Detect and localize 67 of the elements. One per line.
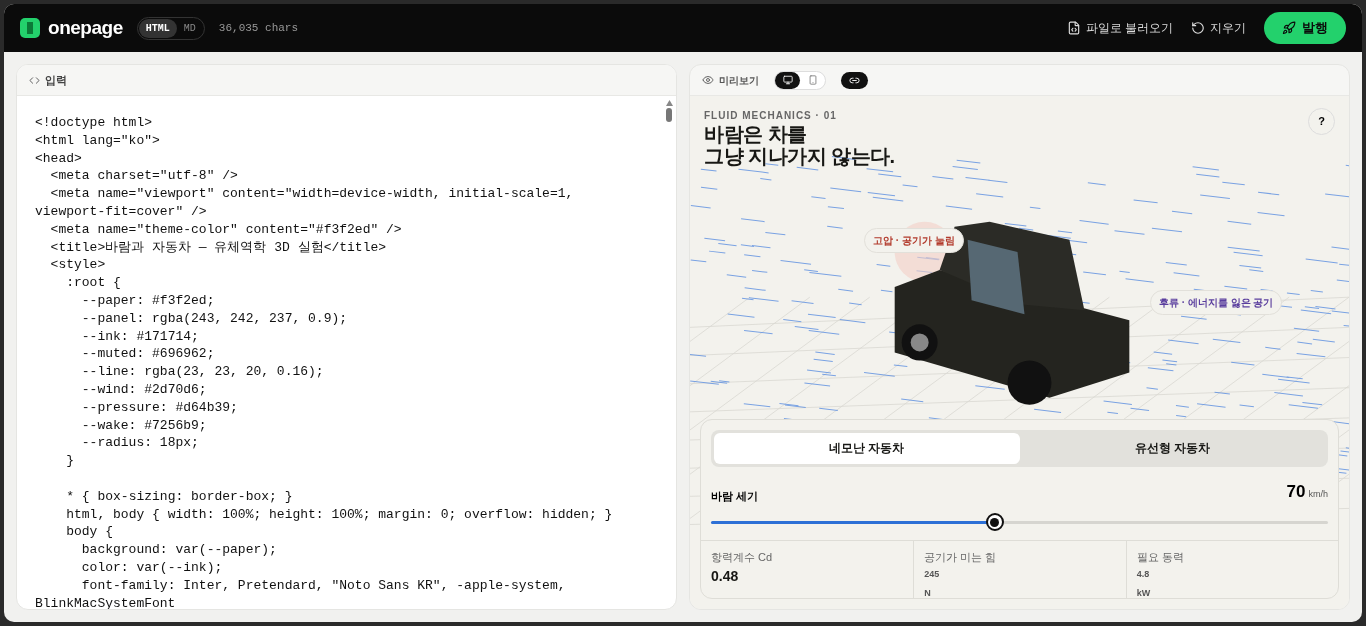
code-line: <head> [35,149,83,168]
code-line: --ink: #171714; [80,327,200,346]
stat-value: 245 [924,567,941,581]
code-line: --radius: 18px; [80,434,200,453]
eyebrow-text: FLUID MECHANICS · 01 [704,109,838,123]
rocket-icon [1282,21,1296,35]
scrollbar-thumb[interactable] [666,108,672,122]
code-line: font-family: Inter, Pretendard, "Noto Sans KR", -apple-system, BlinkMacSystemFont [35,576,567,609]
stat-label: 공기가 미는 힘 [924,550,998,565]
headline-text: 바람은 차를 [704,123,808,145]
desktop-view-button[interactable] [775,71,800,89]
code-line: <style> [49,256,107,275]
scroll-up-arrow-icon[interactable] [665,100,673,106]
code-line: body { [65,523,115,542]
code-line: <meta name="theme-color" content="#f3f2ed" /> [49,220,403,239]
code-line: <!doctype html> [35,114,154,132]
editor-title: 입력 [45,72,67,88]
code-line: --pressure: #d64b39; [80,398,239,417]
code-line: * { box-sizing: border-box; } [65,487,294,506]
code-line: --panel: rgba(243, 242, 237, 0.9); [80,309,349,328]
format-tab[interactable]: MD [176,18,203,38]
help-button[interactable]: ? [1308,108,1335,135]
code-icon [29,74,40,86]
code-line: --wake: #7256b9; [80,416,208,435]
clear-button[interactable]: 지우기 [1191,19,1246,37]
code-line: --muted: #696962; [80,345,216,364]
car-type-tab[interactable]: 네모난 자동차 [714,432,1020,464]
undo-icon [1191,21,1205,35]
preview-title: 미리보기 [719,73,759,88]
annotation-label: 후류 · 에너지를 잃은 공기 [1150,290,1283,315]
car-type-tab[interactable]: 유선형 자동차 [1019,432,1325,464]
code-line: <meta charset="utf-8" /> [49,167,239,186]
stat-unit: N [924,587,932,600]
stat-label: 항력계수 Cd [711,550,774,565]
code-line: --paper: #f3f2ed; [80,291,216,310]
wind-value: 70 [1286,480,1306,503]
stat-value: 4.8 [1136,567,1151,581]
load-file-button[interactable]: 파일로 불러오기 [1066,19,1173,37]
wind-unit: km/h [1308,487,1328,501]
publish-button[interactable]: 발행 [1264,12,1346,44]
logo-text: onepage [48,15,123,40]
wind-label: 바람 세기 [711,488,759,504]
headline-text: 그냥 지나가지 않는다. [704,145,895,167]
file-icon [1066,21,1081,35]
phone-icon [807,75,818,85]
stat-unit: kW [1136,587,1152,600]
char-count: 36,035 chars [218,20,299,36]
stat-value: 0.48 [711,566,740,586]
eye-icon [702,74,714,86]
code-line: <html lang="ko"> [35,131,161,150]
monitor-icon [782,75,793,85]
code-line: --line: rgba(23, 23, 20, 0.16); [80,363,325,381]
code-line: :root { [65,274,122,292]
code-line: <meta name="viewport" content="width=device-width, initial-scale=1, viewport-fit=cover" /> [35,185,575,221]
code-line: color: var(--ink); [80,558,224,577]
code-line: html, body { width: 100%; height: 100%; margin: 0; overflow: hidden; } [65,505,614,524]
stat-label: 필요 동력 [1136,550,1185,565]
annotation-label: 고압 · 공기가 눌림 [864,228,964,253]
wind-slider[interactable] [711,512,1328,532]
slider-thumb[interactable] [985,513,1004,531]
code-line: background: var(--paper); [80,541,278,559]
format-tab[interactable]: HTML [138,18,177,38]
code-line: } [65,452,76,470]
logo-icon [20,18,40,38]
code-line: <title>바람과 자동차 — 유체역학 3D 실험</title> [49,238,388,257]
link-button[interactable] [841,71,868,89]
code-line: --wind: #2d70d6; [80,380,208,399]
